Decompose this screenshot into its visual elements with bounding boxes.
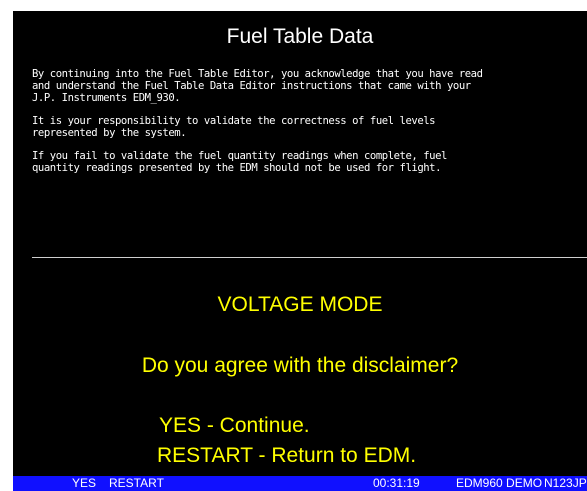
page-title: Fuel Table Data [226, 25, 374, 48]
yes-continue-option[interactable]: YES - Continue. [159, 413, 310, 439]
disclaimer-paragraph: By continuing into the Fuel Table Editor… [32, 68, 483, 104]
tail-number: N123JPI [544, 476, 587, 490]
restart-return-option[interactable]: RESTART - Return to EDM. [157, 443, 416, 469]
restart-softkey[interactable]: RESTART [109, 476, 164, 491]
status-bar: YES RESTART 00:31:19 EDM960 DEMO N123JPI [13, 476, 587, 491]
device-model: EDM960 DEMO [456, 476, 543, 490]
disclaimer-question: Do you agree with the disclaimer? [141, 354, 459, 377]
divider [32, 257, 587, 258]
disclaimer-paragraph: If you fail to validate the fuel quantit… [32, 150, 447, 174]
edm-screen: Fuel Table Data By continuing into the F… [13, 11, 587, 478]
disclaimer-text: By continuing into the Fuel Table Editor… [32, 68, 584, 185]
mode-label: VOLTAGE MODE [217, 293, 383, 316]
disclaimer-paragraph: It is your responsibility to validate th… [32, 115, 436, 139]
yes-softkey[interactable]: YES [72, 476, 96, 491]
clock-readout: 00:31:19 [373, 476, 420, 490]
